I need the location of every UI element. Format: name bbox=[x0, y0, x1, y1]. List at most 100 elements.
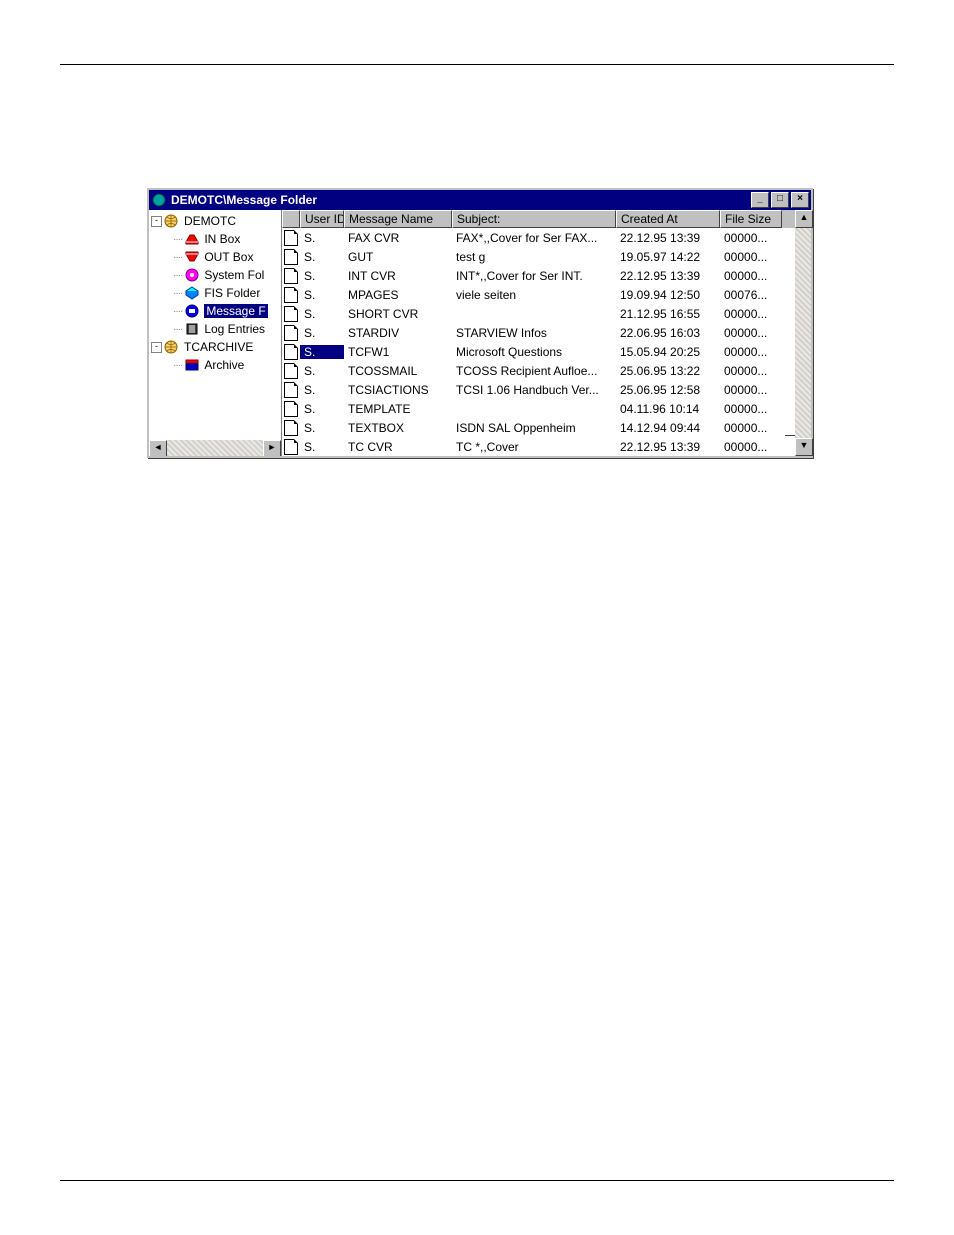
cell-userid: S. bbox=[300, 269, 344, 283]
maximize-button[interactable]: □ bbox=[771, 192, 789, 208]
cell-message-name: FAX CVR bbox=[344, 231, 452, 245]
page-icon bbox=[284, 325, 298, 341]
tree-item-demotc[interactable]: -DEMOTC bbox=[149, 212, 281, 230]
column-header-icon[interactable] bbox=[282, 210, 300, 228]
globe-icon bbox=[164, 214, 180, 228]
titlebar[interactable]: DEMOTC\Message Folder _ □ × bbox=[149, 190, 811, 210]
tree-connector: ···· bbox=[173, 324, 182, 335]
column-header-subject[interactable]: Subject: bbox=[452, 210, 616, 228]
cell-subject: INT*,,Cover for Ser INT. bbox=[452, 269, 616, 283]
outbox-red-icon bbox=[184, 250, 200, 264]
cell-file-size: 00000... bbox=[720, 421, 782, 435]
scroll-up-button[interactable]: ▲ bbox=[795, 210, 813, 228]
minimize-button[interactable]: _ bbox=[751, 192, 769, 208]
tree-expander[interactable]: - bbox=[151, 342, 162, 353]
tree-item-fis-folder[interactable]: ···· FIS Folder bbox=[149, 284, 281, 302]
cell-message-name: SHORT CVR bbox=[344, 307, 452, 321]
scroll-track[interactable] bbox=[167, 440, 263, 456]
cell-subject: TCSI 1.06 Handbuch Ver... bbox=[452, 383, 616, 397]
column-header-userid[interactable]: User ID bbox=[300, 210, 344, 228]
cell-subject: TCOSS Recipient Aufloe... bbox=[452, 364, 616, 378]
row-type-icon bbox=[282, 230, 300, 246]
tree-item-out-box[interactable]: ····OUT Box bbox=[149, 248, 281, 266]
tree-item-tcarchive[interactable]: -TCARCHIVE bbox=[149, 338, 281, 356]
list-separator bbox=[785, 435, 795, 436]
cell-message-name: TCOSSMAIL bbox=[344, 364, 452, 378]
cell-created-at: 19.09.94 12:50 bbox=[616, 288, 720, 302]
tree-item-label: Message F bbox=[204, 304, 267, 318]
cell-created-at: 22.12.95 13:39 bbox=[616, 440, 720, 454]
close-button[interactable]: × bbox=[791, 192, 809, 208]
cell-userid: S. bbox=[300, 345, 344, 359]
tree-item-label: FIS Folder bbox=[204, 286, 260, 300]
table-row[interactable]: S.MPAGESviele seiten19.09.94 12:5000076.… bbox=[282, 285, 811, 304]
tree-connector: ···· bbox=[173, 288, 182, 299]
cell-userid: S. bbox=[300, 402, 344, 416]
table-row[interactable]: S.TC CVRTC *,,Cover22.12.95 13:3900000..… bbox=[282, 437, 811, 456]
list-vertical-scrollbar[interactable]: ▲ ▼ bbox=[795, 210, 811, 456]
scroll-track[interactable] bbox=[795, 228, 811, 438]
folder-tree[interactable]: -DEMOTC····IN Box····OUT Box····System F… bbox=[149, 210, 281, 374]
column-header-message-name[interactable]: Message Name bbox=[344, 210, 452, 228]
page-icon bbox=[284, 439, 298, 455]
tree-connector: ···· bbox=[173, 360, 182, 371]
tree-item-in-box[interactable]: ····IN Box bbox=[149, 230, 281, 248]
cell-message-name: STARDIV bbox=[344, 326, 452, 340]
tree-item-label: System Fol bbox=[204, 268, 264, 282]
page-icon bbox=[284, 268, 298, 284]
cell-created-at: 25.06.95 13:22 bbox=[616, 364, 720, 378]
table-row[interactable]: S.TCOSSMAILTCOSS Recipient Aufloe...25.0… bbox=[282, 361, 811, 380]
tree-item-label: Archive bbox=[204, 358, 244, 372]
cell-file-size: 00000... bbox=[720, 345, 782, 359]
column-header-created-at[interactable]: Created At bbox=[616, 210, 720, 228]
tree-horizontal-scrollbar[interactable]: ◄ ► bbox=[149, 440, 281, 456]
column-headers: User ID Message Name Subject: Created At… bbox=[282, 210, 811, 228]
cell-file-size: 00000... bbox=[720, 231, 782, 245]
tree-connector: ···· bbox=[173, 234, 182, 245]
row-type-icon bbox=[282, 344, 300, 360]
cell-message-name: TC CVR bbox=[344, 440, 452, 454]
page-icon bbox=[284, 382, 298, 398]
row-type-icon bbox=[282, 382, 300, 398]
table-row[interactable]: S.TCSIACTIONSTCSI 1.06 Handbuch Ver...25… bbox=[282, 380, 811, 399]
column-header-file-size[interactable]: File Size bbox=[720, 210, 782, 228]
cell-created-at: 21.12.95 16:55 bbox=[616, 307, 720, 321]
table-row[interactable]: S.TEXTBOXISDN SAL Oppenheim14.12.94 09:4… bbox=[282, 418, 811, 437]
page-icon bbox=[284, 344, 298, 360]
page-top-rule bbox=[60, 64, 894, 65]
message-rows[interactable]: S.FAX CVRFAX*,,Cover for Ser FAX...22.12… bbox=[282, 228, 811, 456]
scroll-down-button[interactable]: ▼ bbox=[795, 438, 813, 456]
page-icon bbox=[284, 401, 298, 417]
row-type-icon bbox=[282, 268, 300, 284]
tree-item-message-f[interactable]: ····Message F bbox=[149, 302, 281, 320]
cell-created-at: 22.12.95 13:39 bbox=[616, 231, 720, 245]
page-icon bbox=[284, 230, 298, 246]
page-icon bbox=[284, 363, 298, 379]
tree-item-system-fol[interactable]: ····System Fol bbox=[149, 266, 281, 284]
cell-created-at: 22.06.95 16:03 bbox=[616, 326, 720, 340]
cell-created-at: 22.12.95 13:39 bbox=[616, 269, 720, 283]
scroll-right-button[interactable]: ► bbox=[263, 440, 281, 456]
cell-userid: S. bbox=[300, 288, 344, 302]
tree-item-archive[interactable]: ···· Archive bbox=[149, 356, 281, 374]
table-row[interactable]: S.SHORT CVR21.12.95 16:5500000... bbox=[282, 304, 811, 323]
tree-item-label: Log Entries bbox=[204, 322, 265, 336]
table-row[interactable]: S.FAX CVRFAX*,,Cover for Ser FAX...22.12… bbox=[282, 228, 811, 247]
table-row[interactable]: S.INT CVRINT*,,Cover for Ser INT.22.12.9… bbox=[282, 266, 811, 285]
table-row[interactable]: S.TEMPLATE04.11.96 10:1400000... bbox=[282, 399, 811, 418]
tree-item-log-entries[interactable]: ···· Log Entries bbox=[149, 320, 281, 338]
scroll-left-button[interactable]: ◄ bbox=[149, 440, 167, 456]
table-row[interactable]: S.GUTtest g19.05.97 14:2200000... bbox=[282, 247, 811, 266]
system-folder-icon bbox=[184, 268, 200, 282]
row-type-icon bbox=[282, 249, 300, 265]
tree-expander[interactable]: - bbox=[151, 216, 162, 227]
cell-userid: S. bbox=[300, 383, 344, 397]
cell-file-size: 00000... bbox=[720, 250, 782, 264]
cell-userid: S. bbox=[300, 440, 344, 454]
fis-folder-icon bbox=[184, 286, 200, 300]
table-row[interactable]: S.STARDIVSTARVIEW Infos22.06.95 16:03000… bbox=[282, 323, 811, 342]
table-row[interactable]: S.TCFW1Microsoft Questions15.05.94 20:25… bbox=[282, 342, 811, 361]
cell-userid: S. bbox=[300, 231, 344, 245]
cell-subject: TC *,,Cover bbox=[452, 440, 616, 454]
cell-created-at: 25.06.95 12:58 bbox=[616, 383, 720, 397]
